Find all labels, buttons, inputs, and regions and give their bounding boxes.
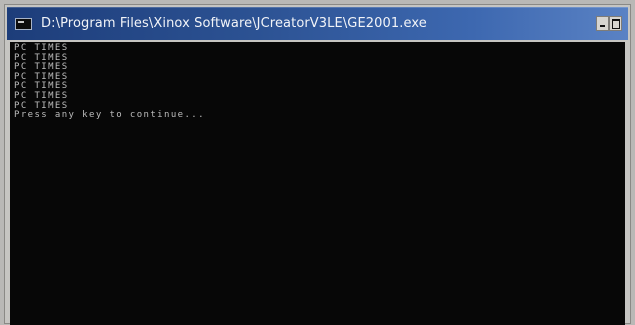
console-icon[interactable] xyxy=(15,18,32,30)
console-lines: PC TIMES PC TIMES PC TIMES PC TIMES PC T… xyxy=(14,43,205,121)
title-bar[interactable]: D:\Program Files\Xinox Software\JCreator… xyxy=(7,7,628,40)
console-output[interactable]: PC TIMES PC TIMES PC TIMES PC TIMES PC T… xyxy=(10,42,625,325)
minimize-icon[interactable] xyxy=(596,16,609,31)
title-bar-buttons xyxy=(596,16,622,31)
continue-prompt: Press any key to continue... xyxy=(14,110,205,121)
maximize-icon[interactable] xyxy=(609,16,622,31)
window-title: D:\Program Files\Xinox Software\JCreator… xyxy=(41,16,427,31)
console-window: D:\Program Files\Xinox Software\JCreator… xyxy=(4,4,631,325)
